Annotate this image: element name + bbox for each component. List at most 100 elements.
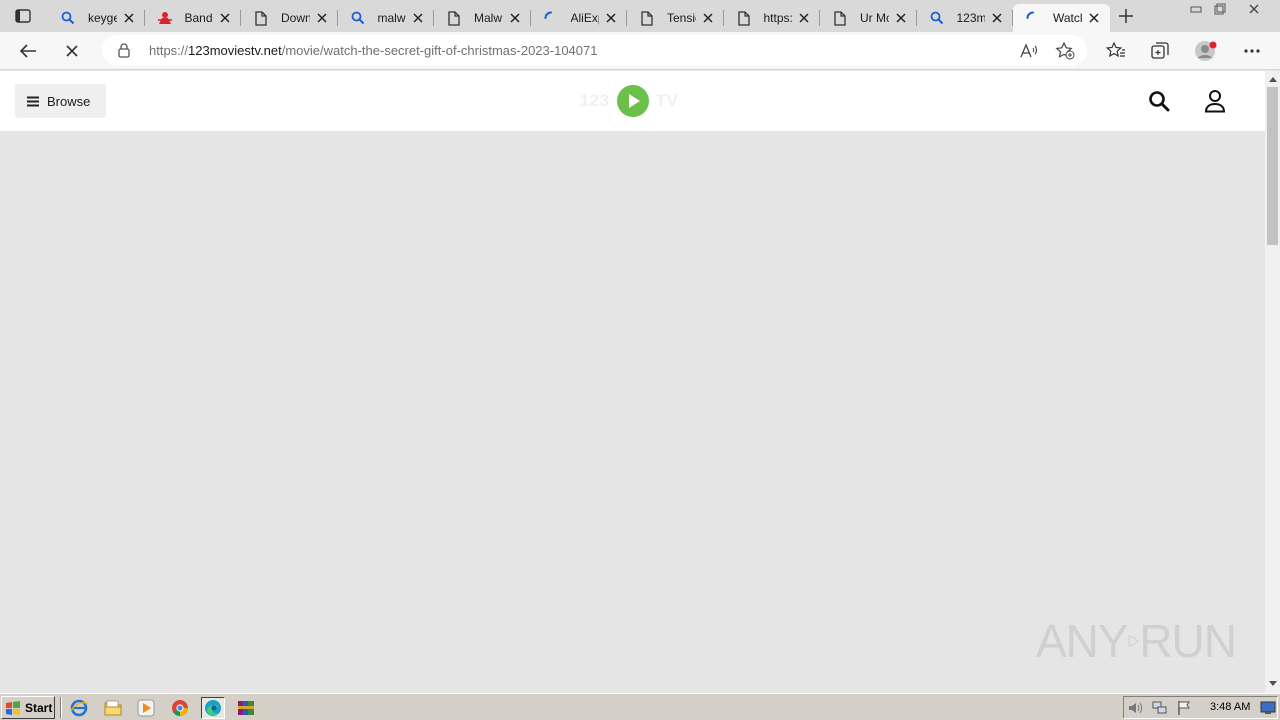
browser-tab[interactable]: Ur Mc — [820, 4, 917, 32]
taskbar-clock[interactable]: 3:48 AM — [1210, 701, 1250, 713]
tab-title: Down — [281, 11, 310, 25]
logo-text-right: TV — [655, 91, 679, 110]
account-button[interactable] — [1202, 88, 1228, 114]
browser-tab[interactable]: AliExp — [531, 4, 627, 32]
browser-tab[interactable]: keyge — [48, 4, 145, 32]
close-tab-icon[interactable] — [893, 10, 909, 26]
browse-label: Browse — [47, 93, 91, 109]
add-favorite-button[interactable] — [1055, 41, 1075, 61]
restore-icon — [1214, 3, 1226, 15]
lock-icon[interactable] — [116, 42, 132, 58]
tab-title: Bandi — [184, 11, 214, 25]
explorer-launcher[interactable] — [101, 697, 125, 719]
search-button[interactable] — [1146, 88, 1172, 114]
volume-tray-icon[interactable] — [1128, 700, 1144, 716]
loading-icon — [543, 10, 559, 26]
tab-actions-icon — [15, 9, 31, 23]
media-player-icon — [137, 699, 155, 717]
scrollbar-thumb[interactable] — [1267, 87, 1278, 245]
close-tab-icon[interactable] — [507, 10, 523, 26]
winrar-icon — [238, 701, 254, 715]
page-viewport: Browse 123 TV ANY RUN — [0, 71, 1265, 693]
settings-menu-button[interactable] — [1237, 36, 1267, 66]
tab-title: malw — [377, 11, 406, 25]
ie-launcher[interactable] — [67, 697, 91, 719]
caret-down-icon — [1268, 680, 1277, 686]
url-text[interactable]: https://123moviestv.net/movie/watch-the-… — [149, 43, 597, 58]
close-window-button[interactable] — [1242, 0, 1266, 18]
chrome-icon — [172, 700, 188, 716]
show-desktop-tray-icon[interactable] — [1260, 700, 1276, 716]
windows-logo-icon — [6, 700, 20, 715]
search-icon — [350, 10, 366, 26]
search-icon — [60, 10, 76, 26]
system-tray: 3:48 AM — [1123, 696, 1278, 719]
browser-tab[interactable]: Bandi — [145, 4, 241, 32]
tab-actions-button[interactable] — [12, 6, 34, 26]
url-scheme: https:// — [149, 43, 189, 58]
site-header: Browse 123 TV — [0, 71, 1265, 131]
collections-button[interactable] — [1145, 36, 1175, 66]
windows-taskbar: Start 3:48 AM — [0, 693, 1280, 720]
close-tab-icon[interactable] — [796, 10, 812, 26]
edge-icon — [205, 700, 221, 716]
tab-title: Ur Mc — [860, 11, 889, 25]
user-icon — [1204, 90, 1226, 113]
read-aloud-button[interactable] — [1019, 41, 1039, 61]
chrome-launcher[interactable] — [168, 697, 192, 719]
browser-tab[interactable]: 123m — [917, 4, 1013, 32]
browser-tab[interactable]: Down — [241, 4, 338, 32]
page-icon — [253, 10, 269, 26]
tab-title: Watcl — [1053, 11, 1082, 25]
browser-tab[interactable]: Watcl — [1013, 4, 1110, 32]
edge-launcher[interactable] — [201, 697, 225, 719]
close-tab-icon[interactable] — [603, 10, 619, 26]
scroll-down-button[interactable] — [1265, 676, 1280, 690]
close-tab-icon[interactable] — [410, 10, 426, 26]
loading-icon — [1025, 10, 1041, 26]
browser-tab[interactable]: Malw — [434, 4, 531, 32]
page-icon — [736, 10, 752, 26]
address-bar[interactable]: https://123moviestv.net/movie/watch-the-… — [102, 35, 1087, 66]
close-tab-icon[interactable] — [700, 10, 716, 26]
browse-button[interactable]: Browse — [15, 84, 106, 118]
stop-loading-button[interactable] — [57, 36, 87, 66]
minimize-button[interactable] — [1184, 0, 1208, 18]
profile-button[interactable] — [1191, 36, 1221, 66]
browser-tab[interactable]: malw — [338, 4, 434, 32]
favorites-button[interactable] — [1101, 36, 1131, 66]
close-tab-icon[interactable] — [989, 10, 1005, 26]
caret-up-icon — [1268, 76, 1277, 82]
browser-tab[interactable]: https: — [724, 4, 820, 32]
new-tab-button[interactable] — [1114, 5, 1138, 27]
read-aloud-icon — [1020, 43, 1038, 58]
taskbar-separator — [60, 697, 62, 718]
page-icon — [639, 10, 655, 26]
network-tray-icon[interactable] — [1152, 700, 1168, 716]
close-tab-icon[interactable] — [314, 10, 330, 26]
play-logo-icon — [616, 85, 649, 117]
watermark-left: ANY — [1036, 615, 1129, 667]
tab-title: keyge — [88, 11, 117, 25]
tab-title: Tensic — [667, 11, 696, 25]
close-tab-icon[interactable] — [121, 10, 137, 26]
close-tab-icon[interactable] — [1086, 10, 1102, 26]
search-icon — [1149, 91, 1170, 112]
scroll-up-button[interactable] — [1265, 72, 1280, 86]
site-logo[interactable]: 123 TV — [561, 83, 697, 119]
restore-button[interactable] — [1208, 0, 1232, 18]
browser-toolbar: https://123moviestv.net/movie/watch-the-… — [0, 32, 1280, 70]
tab-title: Malw — [474, 11, 503, 25]
start-button[interactable]: Start — [1, 696, 55, 719]
browser-tab[interactable]: Tensic — [627, 4, 724, 32]
start-label: Start — [25, 700, 53, 715]
stop-icon — [66, 45, 78, 57]
watermark-play-icon — [1128, 635, 1139, 647]
back-button[interactable] — [13, 36, 43, 66]
vertical-scrollbar[interactable] — [1265, 71, 1280, 693]
close-tab-icon[interactable] — [217, 10, 233, 26]
media-player-launcher[interactable] — [134, 697, 158, 719]
plus-icon — [1119, 9, 1133, 23]
winrar-launcher[interactable] — [234, 697, 258, 719]
action-center-tray-icon[interactable] — [1176, 700, 1192, 716]
